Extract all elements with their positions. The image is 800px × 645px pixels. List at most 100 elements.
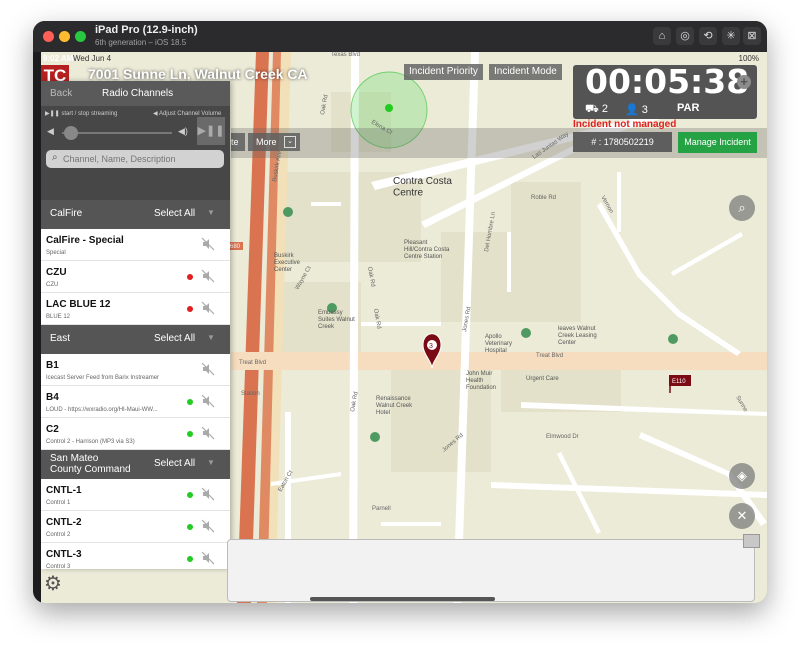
radio-panel-title: Radio Channels: [102, 88, 174, 99]
mute-icon[interactable]: [201, 301, 215, 315]
volume-hint: ◀ Adjust Channel Volume: [153, 111, 222, 117]
chevron-down-icon[interactable]: ▼: [207, 208, 215, 217]
tab-incident-priority[interactable]: Incident Priority: [404, 64, 483, 80]
channel-name: C2: [46, 424, 59, 435]
channel-row[interactable]: C2 Control 2 - Harrison (MP3 via S3): [41, 418, 230, 450]
add-icon[interactable]: +: [737, 75, 751, 89]
map-label: Treat Blvd: [536, 353, 563, 359]
map-label: Treat Blvd: [239, 360, 266, 366]
channel-group-name: East: [50, 333, 71, 344]
channel-status-dot: [187, 556, 193, 562]
channel-row[interactable]: LAC BLUE 12 BLUE 12: [41, 293, 230, 325]
status-date: Wed Jun 4: [73, 54, 112, 63]
play-pause-button[interactable]: ▶❚❚: [197, 117, 225, 145]
ipad-screen: 680 Contra Costa Centre Pleasant Hill/Cont…: [41, 52, 767, 603]
map-label: Station: [241, 391, 260, 397]
zoom-window-button[interactable]: [75, 31, 86, 42]
collapse-drawer-button[interactable]: [743, 534, 760, 548]
select-all-button[interactable]: Select All: [154, 333, 195, 344]
channel-row[interactable]: CZU CZU: [41, 261, 230, 293]
channel-description: BLUE 12: [46, 314, 71, 320]
channel-status-dot: [187, 524, 193, 530]
more-button[interactable]: More ⌄: [248, 133, 300, 151]
channel-group-name: San Mateo County Command: [50, 453, 131, 475]
incident-number[interactable]: # : 1780502219: [573, 132, 672, 152]
shake-icon[interactable]: ✳: [722, 27, 740, 45]
window-title: iPad Pro (12.9-inch): [95, 24, 198, 36]
select-all-button[interactable]: Select All: [154, 458, 195, 469]
chevron-down-icon[interactable]: ▼: [207, 458, 215, 467]
volume-slider[interactable]: [62, 132, 172, 134]
radio-panel-header: Back Radio Channels: [41, 81, 230, 106]
mute-icon[interactable]: [201, 269, 215, 283]
volume-slider-knob[interactable]: [64, 126, 79, 140]
mute-icon[interactable]: [201, 487, 215, 501]
hardware-icon[interactable]: ⊠: [743, 27, 761, 45]
channel-group-header[interactable]: East Select All ▼: [41, 325, 230, 354]
channel-row[interactable]: B4 LOUD - https://wxradio.org/HI-Maui-WW.…: [41, 386, 230, 418]
channel-row[interactable]: CNTL-3 Control 3: [41, 543, 230, 569]
par-label[interactable]: PAR: [677, 102, 699, 114]
gear-icon[interactable]: ⚙: [44, 571, 62, 596]
channel-description: Special: [46, 250, 66, 256]
channel-status-dot: [187, 431, 193, 437]
channel-row[interactable]: CNTL-2 Control 2: [41, 511, 230, 543]
channel-group-header[interactable]: CalFire Select All ▼: [41, 200, 230, 229]
poi-icon-4: [668, 334, 678, 344]
more-label: More: [256, 137, 277, 147]
simulator-window: iPad Pro (12.9-inch) 6th generation – iO…: [33, 21, 767, 603]
channel-description: Control 2: [46, 532, 71, 538]
mute-icon[interactable]: [201, 362, 215, 376]
map-label: Urgent Care: [526, 376, 559, 382]
channel-status-dot: [187, 492, 193, 498]
channel-description: Control 1: [46, 500, 71, 506]
mute-icon[interactable]: [201, 551, 215, 565]
stream-hint: ▶❚❚ start / stop streaming: [45, 111, 118, 117]
map-label: Parnell: [372, 506, 391, 512]
unit-marker-label: E110: [672, 379, 686, 385]
home-icon[interactable]: ⌂: [653, 27, 671, 45]
channel-status-dot: [187, 274, 193, 280]
channel-name: CNTL-3: [46, 549, 82, 560]
channel-name: CalFire - Special: [46, 235, 124, 246]
channel-row[interactable]: B1 Icecast Server Feed from Barix Instrea…: [41, 354, 230, 386]
manage-incident-button[interactable]: Manage Incident: [678, 132, 757, 153]
channel-description: CZU: [46, 282, 59, 288]
screenshot-icon[interactable]: ◎: [676, 27, 694, 45]
close-window-button[interactable]: [43, 31, 54, 42]
tab-incident-mode[interactable]: Incident Mode: [489, 64, 562, 80]
chevron-down-icon[interactable]: ▼: [207, 333, 215, 342]
poi-icon-5: [370, 432, 380, 442]
toolbar-button-partial[interactable]: te: [231, 133, 245, 151]
search-icon[interactable]: ⌕: [729, 195, 755, 221]
channel-row[interactable]: CalFire - Special Special: [41, 229, 230, 261]
channel-name: CNTL-1: [46, 485, 82, 496]
channel-group-header[interactable]: San Mateo County Command Select All ▼: [41, 450, 230, 479]
apparatus-value: 2: [601, 103, 609, 115]
back-button[interactable]: Back: [50, 88, 72, 99]
incident-timer-panel: 00:05:38 + ⛟ 2 👤 3 PAR: [573, 62, 757, 119]
mute-icon[interactable]: [201, 237, 215, 251]
tools-icon[interactable]: ✕: [729, 503, 755, 529]
mute-icon[interactable]: [201, 519, 215, 533]
mute-icon[interactable]: [201, 426, 215, 440]
map-label: Roble Rd: [531, 195, 556, 201]
select-all-button[interactable]: Select All: [154, 208, 195, 219]
channel-search[interactable]: ⌕: [46, 150, 224, 168]
window-titlebar: iPad Pro (12.9-inch) 6th generation – iO…: [33, 21, 767, 52]
apparatus-count: ⛟ 2: [585, 103, 608, 117]
channel-description: LOUD - https://wxradio.org/HI-Maui-WW...: [46, 407, 158, 413]
chevron-down-icon: ⌄: [284, 136, 296, 148]
home-indicator[interactable]: [310, 597, 495, 601]
rotate-icon[interactable]: ⟲: [699, 27, 717, 45]
layers-icon[interactable]: ◈: [729, 463, 755, 489]
channel-row[interactable]: CNTL-1 Control 1: [41, 479, 230, 511]
channel-description: Control 2 - Harrison (MP3 via S3): [46, 439, 135, 445]
poi-icon-1: [283, 207, 293, 217]
channel-description: Icecast Server Feed from Barix Instreame…: [46, 375, 160, 381]
mute-icon[interactable]: [201, 394, 215, 408]
minimize-window-button[interactable]: [59, 31, 70, 42]
incident-marker-label: 3: [429, 343, 433, 350]
channel-search-input[interactable]: [63, 150, 221, 168]
map-label: Texas Blvd: [331, 52, 360, 58]
